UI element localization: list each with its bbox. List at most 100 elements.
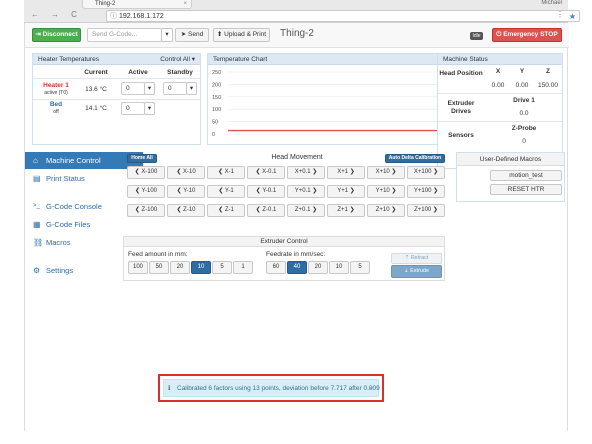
heater-temperatures-panel: Heater Temperatures Control All ▾ Curren… <box>32 53 201 145</box>
y-value: 0.00 <box>515 82 529 89</box>
status-badge: Idle <box>470 32 483 40</box>
bed-active-dropdown[interactable]: ▾ <box>144 102 155 115</box>
col-current: Current <box>84 69 108 76</box>
chart-y-tick-label: 250 <box>212 70 221 76</box>
heater1-state[interactable]: active (T0) <box>33 90 79 96</box>
move-button[interactable]: ❮ Z-0.1 <box>247 204 285 217</box>
feedrate-label: Feedrate in mm/sec: <box>266 251 326 258</box>
top-bar: ⇥ Disconnect Send G-Code... ▾ ➤ Send ⬆ U… <box>25 23 569 48</box>
forward-icon[interactable]: → <box>50 10 60 20</box>
auto-delta-calibration-button[interactable]: Auto Delta Calibration <box>385 154 445 163</box>
macro-reset-htr-button[interactable]: RESET HTR <box>490 184 562 195</box>
url-text: 192.168.1.172 <box>119 13 164 20</box>
toast-highlight: ℹ Calibrated 6 factors using 13 points, … <box>158 374 384 402</box>
move-button[interactable]: Y+1 ❯ <box>327 185 365 198</box>
extrude-button[interactable]: ⇣ Extrude <box>391 265 442 278</box>
link-icon: ⛓ <box>33 238 44 247</box>
rate-option-button[interactable]: 40 <box>287 261 307 274</box>
chart-y-tick-label: 50 <box>212 120 218 126</box>
heater1-active-dropdown[interactable]: ▾ <box>144 82 155 95</box>
col-z: Z <box>546 68 550 75</box>
feed-option-button[interactable]: 10 <box>191 261 211 274</box>
bed-active-input[interactable]: 0 <box>121 102 145 115</box>
rate-option-button[interactable]: 20 <box>308 261 328 274</box>
close-icon[interactable]: × <box>368 380 373 398</box>
move-button[interactable]: ❮ Y-1 <box>207 185 245 198</box>
macro-motion-test-button[interactable]: motion_test <box>490 170 562 181</box>
move-button[interactable]: ❮ Z-1 <box>207 204 245 217</box>
url-bar[interactable]: ⓘ 192.168.1.172 ★ <box>106 10 580 22</box>
control-all-dropdown[interactable]: Control All ▾ <box>160 54 195 65</box>
head-movement-section: Home All Head Movement Auto Delta Calibr… <box>123 152 471 228</box>
info-icon[interactable]: ⓘ <box>110 11 117 22</box>
heater1-active-input[interactable]: 0 <box>121 82 145 95</box>
extruder-header: Extruder Control <box>124 237 444 247</box>
browser-chrome: Thing-2 × Michael ← → C ⓘ 192.168.1.172 … <box>24 0 580 23</box>
chevron-down-icon: ▾ <box>189 85 194 92</box>
head-position-label: Head Position <box>439 70 483 77</box>
console-icon: >_ <box>33 203 40 209</box>
move-button[interactable]: ❮ Z-10 <box>167 204 205 217</box>
move-button[interactable]: ❮ X-10 <box>167 166 205 179</box>
browser-tab[interactable]: Thing-2 × <box>82 0 192 9</box>
browser-menu-icon[interactable]: ⋮ <box>556 10 564 19</box>
drive1-label: Drive 1 <box>513 97 535 104</box>
move-button[interactable]: ❮ Y-100 <box>127 185 165 198</box>
feed-option-button[interactable]: 100 <box>128 261 148 274</box>
feed-option-button[interactable]: 20 <box>170 261 190 274</box>
rate-option-button[interactable]: 10 <box>329 261 349 274</box>
emergency-stop-button[interactable]: ⏻ Emergency STOP <box>492 28 562 42</box>
move-button[interactable]: Z+100 ❯ <box>407 204 445 217</box>
move-button[interactable]: X+100 ❯ <box>407 166 445 179</box>
col-y: Y <box>519 68 525 75</box>
tab-title: Thing-2 <box>95 1 116 7</box>
feed-option-button[interactable]: 50 <box>149 261 169 274</box>
toast-notification: ℹ Calibrated 6 factors using 13 points, … <box>163 379 380 398</box>
bed-name[interactable]: Bed <box>33 101 79 108</box>
macros-header: User-Defined Macros <box>457 153 564 166</box>
chart-y-tick-label: 0 <box>212 132 215 138</box>
move-button[interactable]: Y+100 ❯ <box>407 185 445 198</box>
move-button[interactable]: X+10 ❯ <box>367 166 405 179</box>
zprobe-label: Z-Probe <box>511 125 537 132</box>
move-button[interactable]: ❮ X-1 <box>207 166 245 179</box>
move-button[interactable]: ❮ Z-100 <box>127 204 165 217</box>
heater1-current: 13.6 °C <box>85 86 107 93</box>
move-button[interactable]: X+1 ❯ <box>327 166 365 179</box>
move-button[interactable]: Y+10 ❯ <box>367 185 405 198</box>
move-button[interactable]: Z+0.1 ❯ <box>287 204 325 217</box>
page-title: Thing-2 <box>280 28 314 39</box>
feed-option-button[interactable]: 5 <box>212 261 232 274</box>
heater1-standby-dropdown[interactable]: ▾ <box>186 82 197 95</box>
col-active: Active <box>128 69 148 76</box>
move-button[interactable]: Z+10 ❯ <box>367 204 405 217</box>
z-value: 150.00 <box>538 82 558 89</box>
bed-state[interactable]: off <box>33 109 79 115</box>
star-icon[interactable]: ★ <box>569 11 576 22</box>
move-button[interactable]: ❮ Y-10 <box>167 185 205 198</box>
machine-status-header: Machine Status <box>438 54 562 65</box>
move-button[interactable]: X+0.1 ❯ <box>287 166 325 179</box>
retract-button[interactable]: ⇡ Retract <box>391 253 442 264</box>
back-icon[interactable]: ← <box>30 10 40 20</box>
tab-close-icon[interactable]: × <box>183 0 187 8</box>
feed-amount-label: Feed amount in mm: <box>128 251 188 258</box>
heater1-standby-input[interactable]: 0 <box>163 82 187 95</box>
move-button[interactable]: Z+1 ❯ <box>327 204 365 217</box>
divider <box>33 78 200 79</box>
feed-option-button[interactable]: 1 <box>233 261 253 274</box>
move-button[interactable]: ❮ X-100 <box>127 166 165 179</box>
move-button[interactable]: ❮ Y-0.1 <box>247 185 285 198</box>
rate-option-button[interactable]: 60 <box>266 261 286 274</box>
reload-icon[interactable]: C <box>69 10 79 20</box>
move-button[interactable]: Y+0.1 ❯ <box>287 185 325 198</box>
extruder-control-panel: Extruder Control Feed amount in mm: 100 5… <box>123 236 445 281</box>
move-button[interactable]: ❮ X-0.1 <box>247 166 285 179</box>
heater1-name[interactable]: Heater 1 <box>33 82 79 89</box>
toast-message: Calibrated 6 factors using 13 points, de… <box>177 385 380 392</box>
browser-user[interactable]: Michael <box>541 0 562 6</box>
rate-option-button[interactable]: 5 <box>350 261 370 274</box>
web-page: ⇥ Disconnect Send G-Code... ▾ ➤ Send ⬆ U… <box>24 23 569 431</box>
screenshot-stage: Thing-2 × Michael ← → C ⓘ 192.168.1.172 … <box>0 0 592 444</box>
zprobe-value: 0 <box>522 138 526 145</box>
